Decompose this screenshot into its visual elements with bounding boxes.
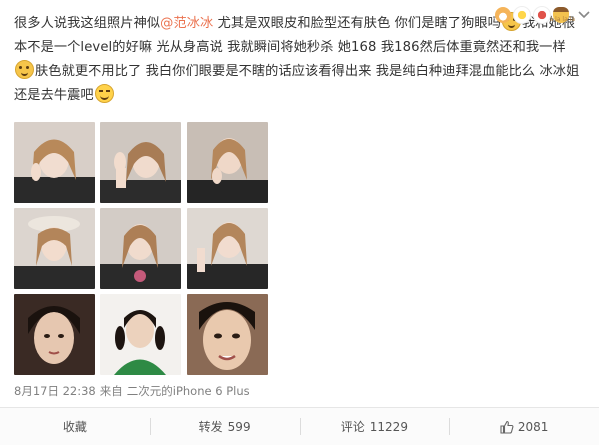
post-meta: 8月17日 22:38 来自 二次元的iPhone 6 Plus bbox=[14, 383, 250, 399]
photo-thumbnail[interactable] bbox=[187, 208, 268, 289]
repost-label: 转发 bbox=[198, 420, 223, 434]
post-text-part: 尤其是双眼皮和脸型还有肤色 你们是瞎了狗眼吗 bbox=[213, 16, 501, 31]
sushi-icon bbox=[533, 6, 551, 24]
repost-count: 599 bbox=[227, 419, 251, 434]
post-timestamp[interactable]: 8月17日 22:38 bbox=[14, 384, 96, 398]
like-count: 2081 bbox=[517, 419, 549, 434]
photo-thumbnail[interactable] bbox=[100, 208, 181, 289]
mention-link[interactable]: @范冰冰 bbox=[160, 16, 213, 31]
egg-icon bbox=[513, 6, 531, 24]
post-text-part: 很多人说我这组照片神似 bbox=[14, 16, 161, 31]
smile-emoji bbox=[94, 84, 114, 103]
thumbs-up-icon bbox=[500, 420, 514, 434]
photo-thumbnail[interactable] bbox=[100, 122, 181, 203]
decoration-caption: a la la la bbox=[549, 16, 575, 23]
header-decoration bbox=[495, 0, 591, 30]
comment-label: 评论 bbox=[340, 420, 365, 434]
like-button[interactable]: 2081 bbox=[449, 408, 599, 445]
collect-label: 收藏 bbox=[62, 420, 87, 434]
photo-thumbnail[interactable] bbox=[187, 294, 268, 375]
chevron-down-icon[interactable] bbox=[577, 8, 591, 22]
photo-thumbnail[interactable] bbox=[14, 294, 95, 375]
photo-thumbnail[interactable] bbox=[14, 208, 95, 289]
repost-button[interactable]: 转发 599 bbox=[149, 408, 300, 445]
dog-face-emoji bbox=[15, 60, 34, 79]
collect-button[interactable]: 收藏 bbox=[0, 408, 150, 445]
post-source[interactable]: 二次元的iPhone 6 Plus bbox=[127, 384, 250, 398]
comment-button[interactable]: 评论 11229 bbox=[299, 408, 450, 445]
photo-thumbnail[interactable] bbox=[100, 294, 181, 375]
bowl-icon bbox=[495, 7, 511, 23]
comment-count: 11229 bbox=[369, 419, 408, 434]
action-bar: 收藏 转发 599 评论 11229 2081 bbox=[0, 408, 599, 445]
photo-thumbnail[interactable] bbox=[14, 122, 95, 203]
photo-thumbnail[interactable] bbox=[187, 122, 268, 203]
source-prefix: 来自 bbox=[99, 384, 123, 398]
